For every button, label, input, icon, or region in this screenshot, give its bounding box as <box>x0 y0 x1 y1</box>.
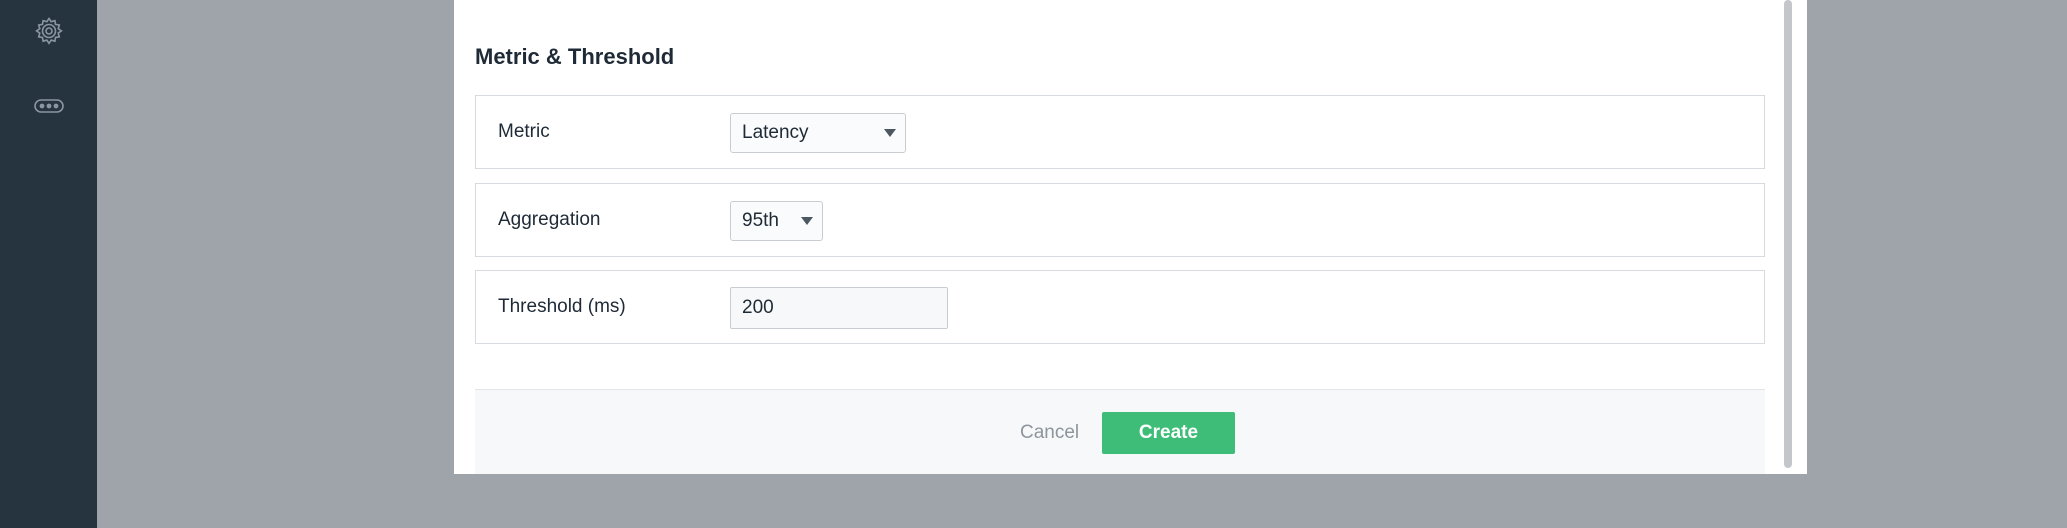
modal-scrollbar[interactable] <box>1781 0 1795 474</box>
chevron-down-icon <box>884 129 896 137</box>
aggregation-row: Aggregation 95th <box>475 183 1765 257</box>
chevron-down-icon <box>801 217 813 225</box>
modal-footer: Cancel Create <box>475 389 1765 474</box>
threshold-label: Threshold (ms) <box>498 296 626 317</box>
metric-select-value: Latency <box>742 122 809 143</box>
metric-select[interactable]: Latency <box>730 113 906 153</box>
threshold-input[interactable] <box>730 287 948 329</box>
more-dots-icon <box>33 97 65 120</box>
sidebar-item-settings[interactable] <box>30 14 68 52</box>
cancel-button[interactable]: Cancel <box>1020 422 1079 444</box>
gear-icon <box>33 15 65 52</box>
create-button[interactable]: Create <box>1102 412 1235 454</box>
modal-overlay[interactable]: Metric & Threshold Metric Latency Aggreg… <box>97 0 2067 528</box>
aggregation-select-value: 95th <box>742 210 779 231</box>
modal-dialog: Metric & Threshold Metric Latency Aggreg… <box>454 0 1807 474</box>
aggregation-label: Aggregation <box>498 209 601 230</box>
sidebar <box>0 0 97 528</box>
sidebar-item-more[interactable] <box>30 89 68 127</box>
metric-row: Metric Latency <box>475 95 1765 169</box>
metric-label: Metric <box>498 121 550 142</box>
aggregation-select[interactable]: 95th <box>730 201 823 241</box>
section-title: Metric & Threshold <box>475 44 675 69</box>
threshold-row: Threshold (ms) <box>475 270 1765 344</box>
scrollbar-thumb[interactable] <box>1784 0 1792 468</box>
